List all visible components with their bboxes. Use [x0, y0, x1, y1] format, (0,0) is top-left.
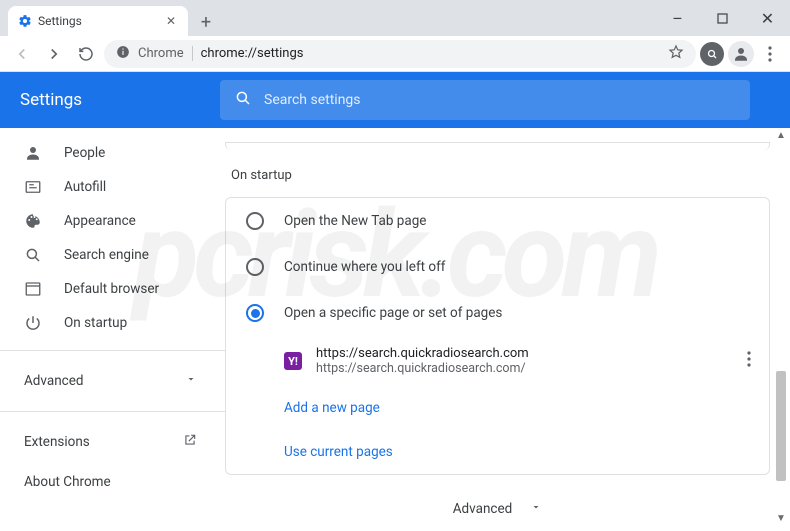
page-entry-title: https://search.quickradiosearch.com	[316, 346, 529, 361]
sidebar-item-extensions[interactable]: Extensions	[0, 422, 225, 462]
scroll-up-button[interactable]: ▲	[774, 128, 788, 142]
page-entry-url: https://search.quickradiosearch.com/	[316, 361, 529, 376]
browser-tab-strip: Settings ✕ + – ✕	[0, 0, 790, 36]
page-favicon: Y!	[284, 352, 302, 370]
content-scrollbar: ▲ ▼	[774, 128, 788, 525]
palette-icon	[24, 212, 44, 230]
radio-icon[interactable]	[246, 212, 264, 230]
sidebar-separator	[0, 350, 225, 351]
startup-card: Open the New Tab page Continue where you…	[225, 197, 770, 475]
settings-search-box[interactable]	[220, 80, 750, 120]
sidebar-separator	[0, 411, 225, 412]
search-icon	[234, 89, 252, 111]
startup-option-specific-pages[interactable]: Open a specific page or set of pages	[226, 290, 769, 336]
previous-card-bottom	[225, 142, 770, 150]
sidebar-item-on-startup[interactable]: On startup	[0, 306, 225, 340]
window-controls: – ✕	[655, 0, 790, 36]
browser-icon	[24, 280, 44, 298]
startup-option-continue[interactable]: Continue where you left off	[226, 244, 769, 290]
content-advanced-toggle[interactable]: Advanced	[225, 501, 770, 517]
scroll-down-button[interactable]: ▼	[774, 511, 788, 525]
settings-header: Settings	[0, 72, 790, 128]
sidebar-item-label: Autofill	[64, 179, 106, 195]
option-label: Open a specific page or set of pages	[284, 305, 502, 321]
startup-page-entry: Y! https://search.quickradiosearch.com h…	[226, 336, 769, 386]
window-close-button[interactable]: ✕	[745, 0, 790, 36]
sidebar-item-label: About Chrome	[24, 474, 111, 490]
address-scheme-label: Chrome	[138, 46, 193, 61]
person-icon	[24, 144, 44, 162]
new-tab-button[interactable]: +	[192, 8, 220, 36]
scroll-track[interactable]	[774, 142, 788, 511]
search-icon	[24, 246, 44, 264]
settings-search-input[interactable]	[264, 92, 736, 108]
site-info-icon[interactable]	[116, 45, 130, 63]
add-new-page-link[interactable]: Add a new page	[226, 386, 769, 430]
sidebar-item-people[interactable]: People	[0, 136, 225, 170]
power-icon	[24, 314, 44, 332]
sidebar-advanced-toggle[interactable]: Advanced	[0, 361, 225, 401]
use-current-pages-link[interactable]: Use current pages	[226, 430, 769, 474]
chevron-down-icon	[185, 373, 197, 389]
tab-title: Settings	[38, 14, 158, 28]
sidebar-item-appearance[interactable]: Appearance	[0, 204, 225, 238]
startup-option-new-tab[interactable]: Open the New Tab page	[226, 198, 769, 244]
sidebar-advanced-label: Advanced	[24, 373, 84, 389]
browser-tab-settings[interactable]: Settings ✕	[8, 6, 188, 36]
option-label: Open the New Tab page	[284, 213, 426, 229]
settings-title: Settings	[20, 90, 220, 110]
sidebar-item-label: People	[64, 145, 105, 161]
radio-icon[interactable]	[246, 258, 264, 276]
nav-back-button[interactable]	[8, 40, 36, 68]
bookmark-star-icon[interactable]	[668, 44, 684, 64]
settings-content: On startup Open the New Tab page Continu…	[225, 128, 790, 531]
tab-favicon-settings-icon	[18, 14, 32, 28]
open-external-icon	[183, 433, 197, 451]
radio-selected-icon[interactable]	[246, 304, 264, 322]
section-title-on-startup: On startup	[231, 168, 770, 183]
nav-reload-button[interactable]	[72, 40, 100, 68]
browser-menu-button[interactable]	[758, 46, 782, 62]
nav-forward-button[interactable]	[40, 40, 68, 68]
option-label: Continue where you left off	[284, 259, 446, 275]
sidebar-item-search-engine[interactable]: Search engine	[0, 238, 225, 272]
sidebar-item-label: Search engine	[64, 247, 149, 263]
window-minimize-button[interactable]: –	[655, 0, 700, 36]
address-url-text: chrome://settings	[201, 46, 304, 61]
sidebar-item-default-browser[interactable]: Default browser	[0, 272, 225, 306]
sidebar-item-autofill[interactable]: Autofill	[0, 170, 225, 204]
settings-sidebar: People Autofill Appearance Search engine…	[0, 128, 225, 531]
profile-avatar-button[interactable]	[728, 41, 754, 67]
browser-toolbar: Chrome chrome://settings	[0, 36, 790, 72]
sidebar-item-label: Appearance	[64, 213, 136, 229]
sidebar-item-label: On startup	[64, 315, 127, 331]
address-bar[interactable]: Chrome chrome://settings	[104, 40, 696, 68]
page-entry-menu-button[interactable]	[747, 351, 751, 371]
autofill-icon	[24, 178, 44, 196]
scroll-thumb[interactable]	[776, 371, 786, 482]
settings-body: People Autofill Appearance Search engine…	[0, 128, 790, 531]
tab-close-icon[interactable]: ✕	[164, 14, 178, 28]
omnibox-action-chip[interactable]	[700, 42, 724, 66]
sidebar-item-about-chrome[interactable]: About Chrome	[0, 462, 225, 502]
window-maximize-button[interactable]	[700, 0, 745, 36]
sidebar-item-label: Default browser	[64, 281, 159, 297]
advanced-footer-label: Advanced	[453, 501, 513, 517]
chevron-down-icon	[530, 501, 542, 517]
sidebar-item-label: Extensions	[24, 434, 90, 450]
